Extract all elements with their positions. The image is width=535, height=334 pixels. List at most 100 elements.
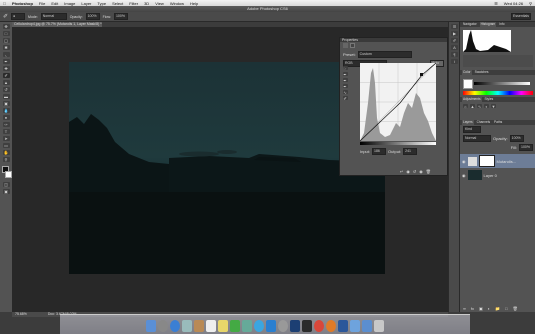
menu-window[interactable]: Window [167,1,187,6]
blend-mode-select[interactable]: Normal [463,135,491,142]
launchpad-icon[interactable] [158,320,168,332]
zoom-tool-icon[interactable]: ⚲ [2,157,10,162]
folder-icon[interactable] [350,320,360,332]
notes-icon[interactable] [218,320,228,332]
dodge-tool-icon[interactable]: ● [2,115,10,120]
menu-layer[interactable]: Layer [78,1,94,6]
white-point-eyedropper-icon[interactable]: ✒ [342,84,348,89]
lasso-tool-icon[interactable]: ◯ [2,38,10,43]
menu-edit[interactable]: Edit [48,1,61,6]
flow-field[interactable]: 100% [113,13,128,20]
clip-to-layer-icon[interactable]: ↵ [400,169,403,174]
layer-visibility-eye-icon[interactable]: ◉ [462,159,466,164]
eyedropper-tool-icon[interactable]: ✒ [2,59,10,64]
photoshop-icon[interactable] [290,320,300,332]
wifi-icon[interactable]: ☰ [491,1,501,6]
exposure-adjust-icon[interactable]: ◐ [484,104,489,109]
finder-icon[interactable] [146,320,156,332]
document-tab[interactable]: Cellulardrop4.jpg @ 75.7% (Mutandis 1, L… [12,22,102,27]
word-icon[interactable] [338,320,348,332]
document-image[interactable] [69,62,385,274]
shape-tool-icon[interactable]: ▭ [2,143,10,148]
type-tool-icon[interactable]: T [2,129,10,134]
apple-icon[interactable]:  [0,1,9,6]
layer-row[interactable]: ◉ Layer 0 [460,168,535,182]
spotlight-search-icon[interactable]: ⚲ [526,1,535,6]
screen-mode-icon[interactable]: ▣ [2,189,10,194]
system-preferences-icon[interactable] [278,320,288,332]
workspace-select[interactable]: Essentials [511,13,531,20]
tab-styles[interactable]: Styles [484,97,495,102]
layer-filter-kind[interactable]: Kind [463,126,481,133]
layer-row[interactable]: ◉ Mutandis... [460,154,535,168]
layer-fill-field[interactable]: 100% [519,144,533,151]
add-mask-icon[interactable]: ▣ [479,306,483,311]
preset-select[interactable]: Custom [357,51,412,58]
menu-type[interactable]: Type [94,1,109,6]
new-group-icon[interactable]: 📁 [495,306,500,311]
tab-adjustments[interactable]: Adjustments [462,97,482,102]
view-previous-icon[interactable]: ◉ [406,169,410,174]
character-panel-icon[interactable]: A [451,45,458,50]
clone-stamp-tool-icon[interactable]: ▲ [2,80,10,85]
trash-icon[interactable]: 🗑 [513,306,518,311]
itunes-icon[interactable] [254,320,264,332]
contacts-icon[interactable] [194,320,204,332]
brush-preset-picker[interactable]: ● [11,13,26,20]
curve-pencil-icon[interactable]: ✐ [342,96,348,101]
input-field[interactable]: 186 [372,148,387,155]
zoom-level[interactable]: 75.68% [15,312,27,316]
layer-opacity-field[interactable]: 100% [509,135,524,142]
curve-point-mode-icon[interactable]: ∿ [342,90,348,95]
menu-help[interactable]: Help [187,1,201,6]
blur-tool-icon[interactable]: 💧 [2,108,10,113]
curves-adjust-icon[interactable]: ∿ [477,104,482,109]
bridge-icon[interactable] [302,320,312,332]
layer-mask-icon[interactable] [350,43,355,48]
safari-icon[interactable] [170,320,180,332]
menubar-clock[interactable]: Wed 04:26 [501,1,526,6]
eraser-tool-icon[interactable]: ▬ [2,94,10,99]
downloads-icon[interactable] [362,320,372,332]
tab-paths[interactable]: Paths [493,120,503,125]
menu-view[interactable]: View [152,1,167,6]
layer-visibility-eye-icon[interactable]: ◉ [462,173,466,178]
output-field[interactable]: 241 [403,148,418,155]
new-adjustment-icon[interactable]: ◐ [488,306,490,311]
new-layer-icon[interactable]: □ [505,306,507,311]
app-store-icon[interactable] [266,320,276,332]
opacity-field[interactable]: 100% [85,13,100,20]
brush-tool-icon[interactable]: ✐ [2,73,10,78]
levels-adjust-icon[interactable]: ▲ [470,104,475,109]
healing-tool-icon[interactable]: ✚ [2,66,10,71]
color-panel-foreground[interactable] [463,79,473,89]
chrome-icon[interactable] [314,320,324,332]
layer-mask-thumbnail[interactable] [478,155,495,167]
fx-icon[interactable]: fx [471,306,474,311]
history-brush-tool-icon[interactable]: ↺ [2,87,10,92]
background-color-swatch[interactable] [5,171,12,178]
move-tool-icon[interactable]: ✥ [2,24,10,29]
paragraph-panel-icon[interactable]: ¶ [451,52,458,57]
curve-control-point[interactable] [420,73,423,76]
tab-layers[interactable]: Layers [462,120,474,125]
visibility-eye-icon[interactable]: ◉ [419,169,423,174]
menu-app-name[interactable]: Photoshop [9,1,36,6]
path-select-tool-icon[interactable]: ➤ [2,136,10,141]
facetime-icon[interactable] [230,320,240,332]
iphoto-icon[interactable] [242,320,252,332]
hand-tool-icon[interactable]: ✋ [2,150,10,155]
history-panel-icon[interactable]: ☰ [451,24,458,29]
gradient-tool-icon[interactable]: ▣ [2,101,10,106]
link-layers-icon[interactable]: ∞ [463,306,466,311]
info-panel-icon[interactable]: i [451,59,458,64]
brush-tool-icon[interactable]: ✐ [3,13,8,20]
delete-icon[interactable]: 🗑 [426,169,431,174]
brightness-adjust-icon[interactable]: ☼ [463,104,468,109]
quick-mask-icon[interactable]: ◫ [2,182,10,187]
tab-channels[interactable]: Channels [476,120,491,125]
quick-select-tool-icon[interactable]: ✱ [2,45,10,50]
menu-filter[interactable]: Filter [126,1,141,6]
gray-point-eyedropper-icon[interactable]: ✒ [342,78,348,83]
reset-icon[interactable]: ↺ [413,169,416,174]
